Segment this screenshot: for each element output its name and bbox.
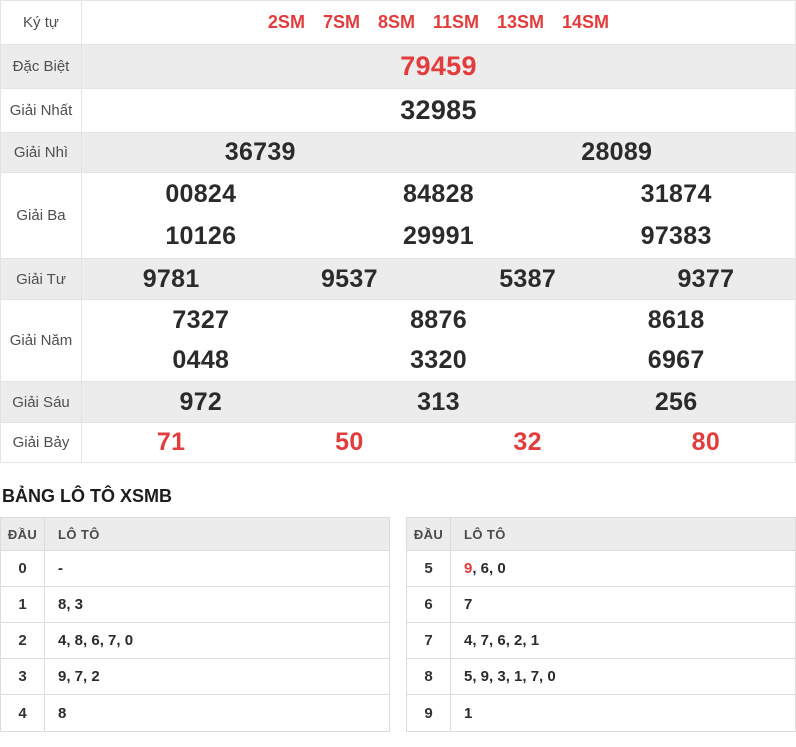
station-codes: 2SM 7SM 8SM 11SM 13SM 14SM bbox=[82, 1, 795, 44]
prize-value: 3320 bbox=[410, 346, 467, 375]
prize-label: Giải Ba bbox=[1, 173, 82, 258]
loto-values-cell: 1 bbox=[464, 704, 473, 722]
loto-header-value: LÔ TÔ bbox=[464, 526, 506, 542]
loto-row: 6 7 bbox=[407, 587, 795, 623]
dau-cell: 3 bbox=[1, 659, 45, 694]
loto-row: 0 - bbox=[1, 551, 389, 587]
station-code-link[interactable]: 13SM bbox=[497, 12, 544, 33]
dau-cell: 7 bbox=[407, 623, 451, 658]
loto-values-cell: 7 bbox=[464, 596, 473, 613]
loto-row: 1 8, 3 bbox=[1, 587, 389, 623]
loto-values-cell: 4, 8, 6, 7, 0 bbox=[58, 632, 134, 649]
dau-cell: 6 bbox=[407, 587, 451, 622]
prize-label: Giải Tư bbox=[1, 259, 82, 299]
prize-label: Giải Nhất bbox=[1, 89, 82, 132]
loto-values-cell: 5, 9, 3, 1, 7, 0 bbox=[464, 668, 556, 685]
prize-label: Đặc Biệt bbox=[1, 45, 82, 88]
loto-row: 4 8 bbox=[1, 695, 389, 731]
station-code-link[interactable]: 8SM bbox=[378, 12, 415, 33]
prize-row-giai-nhat: Giải Nhất 32985 bbox=[1, 89, 795, 133]
station-code-link[interactable]: 14SM bbox=[562, 12, 609, 33]
highlighted-digit: 9 bbox=[464, 560, 473, 577]
prize-row-giai-bay: Giải Bảy 71 50 32 80 bbox=[1, 423, 795, 463]
prize-row-giai-tu: Giải Tư 9781 9537 5387 9377 bbox=[1, 259, 795, 300]
loto-header-dau: ĐẦU bbox=[407, 518, 451, 550]
prize-value: 8618 bbox=[647, 305, 705, 334]
prize-value: 9781 bbox=[142, 264, 200, 293]
dau-cell: 8 bbox=[407, 659, 451, 694]
dau-cell: 9 bbox=[407, 695, 451, 731]
prize-label: Giải Bảy bbox=[1, 423, 82, 462]
dau-cell: 1 bbox=[1, 587, 45, 622]
prize-value-seventh: 80 bbox=[691, 428, 721, 456]
results-table: Ký tự 2SM 7SM 8SM 11SM 13SM 14SM Đặc Biệ… bbox=[0, 0, 796, 463]
loto-header-row: ĐẦU LÔ TÔ bbox=[407, 518, 795, 551]
loto-header-value: LÔ TÔ bbox=[58, 526, 100, 542]
prize-label: Ký tự bbox=[1, 1, 82, 44]
prize-label: Giải Sáu bbox=[1, 382, 82, 422]
prize-value: 9377 bbox=[677, 264, 735, 293]
prize-value: 00824 bbox=[165, 179, 237, 208]
loto-values-cell: - bbox=[58, 560, 63, 577]
prize-value-special: 79459 bbox=[400, 51, 477, 81]
prize-value: 29991 bbox=[402, 222, 474, 251]
prize-value: 9537 bbox=[320, 264, 378, 293]
prize-value: 313 bbox=[417, 387, 460, 416]
prize-value: 7327 bbox=[172, 305, 230, 334]
prize-row-giai-sau: Giải Sáu 972 313 256 bbox=[1, 382, 795, 423]
loto-row: 9 1 bbox=[407, 695, 795, 731]
loto-values-cell: 8 bbox=[58, 704, 67, 722]
prize-label: Giải Năm bbox=[1, 300, 82, 381]
prize-value: 10126 bbox=[165, 222, 237, 251]
prize-value: 84828 bbox=[402, 179, 474, 208]
station-code-link[interactable]: 11SM bbox=[433, 12, 479, 33]
prize-value: 32985 bbox=[400, 95, 477, 125]
loto-row: 8 5, 9, 3, 1, 7, 0 bbox=[407, 659, 795, 695]
prize-value: 6967 bbox=[647, 346, 705, 375]
loto-table-left: ĐẦU LÔ TÔ 0 - 1 8, 3 2 4, 8, 6, 7, 0 3 9… bbox=[0, 517, 390, 732]
loto-header-dau: ĐẦU bbox=[1, 518, 45, 550]
loto-table-right: ĐẦU LÔ TÔ 5 9, 6, 0 6 7 7 4, 7, 6, 2, 1 … bbox=[406, 517, 796, 732]
prize-value-seventh: 32 bbox=[513, 428, 542, 456]
loto-row: 2 4, 8, 6, 7, 0 bbox=[1, 623, 389, 659]
loto-values-cell: 9, 7, 2 bbox=[58, 668, 100, 685]
prize-label: Giải Nhì bbox=[1, 133, 82, 172]
dau-cell: 0 bbox=[1, 551, 45, 586]
prize-value: 31874 bbox=[640, 179, 712, 208]
station-code-list: 2SM 7SM 8SM 11SM 13SM 14SM bbox=[82, 12, 795, 33]
prize-value: 28089 bbox=[581, 138, 653, 166]
loto-values-cell: 4, 7, 6, 2, 1 bbox=[464, 632, 540, 649]
dau-cell: 4 bbox=[1, 695, 45, 731]
prize-value: 256 bbox=[654, 387, 698, 416]
loto-row: 3 9, 7, 2 bbox=[1, 659, 389, 695]
prize-value: 97383 bbox=[640, 222, 712, 251]
dau-cell: 2 bbox=[1, 623, 45, 658]
prize-value: 8876 bbox=[410, 305, 467, 334]
prize-row-giai-nhi: Giải Nhì 36739 28089 bbox=[1, 133, 795, 173]
loto-section-title: BẢNG LÔ TÔ XSMB bbox=[2, 486, 172, 506]
prize-row-kytu: Ký tự 2SM 7SM 8SM 11SM 13SM 14SM bbox=[1, 1, 795, 45]
prize-row-giai-ba: Giải Ba 00824 84828 31874 10126 29991 97… bbox=[1, 173, 795, 259]
prize-value-seventh: 71 bbox=[156, 428, 186, 456]
prize-value-seventh: 50 bbox=[335, 428, 364, 456]
loto-tables: ĐẦU LÔ TÔ 0 - 1 8, 3 2 4, 8, 6, 7, 0 3 9… bbox=[0, 517, 796, 732]
dau-cell: 5 bbox=[407, 551, 451, 586]
station-code-link[interactable]: 2SM bbox=[268, 12, 305, 33]
loto-values-cell: 8, 3 bbox=[58, 596, 84, 613]
loto-row: 7 4, 7, 6, 2, 1 bbox=[407, 623, 795, 659]
prize-value: 5387 bbox=[499, 264, 557, 293]
prize-value: 0448 bbox=[172, 346, 230, 375]
loto-row: 5 9, 6, 0 bbox=[407, 551, 795, 587]
loto-header-row: ĐẦU LÔ TÔ bbox=[1, 518, 389, 551]
prize-value: 972 bbox=[179, 387, 223, 416]
prize-row-dac-biet: Đặc Biệt 79459 bbox=[1, 45, 795, 89]
prize-value: 36739 bbox=[224, 138, 296, 166]
loto-values-cell: 9, 6, 0 bbox=[451, 551, 795, 586]
prize-row-giai-nam: Giải Năm 7327 8876 8618 0448 3320 6967 bbox=[1, 300, 795, 382]
station-code-link[interactable]: 7SM bbox=[323, 12, 360, 33]
loto-values-rest: , 6, 0 bbox=[472, 560, 506, 577]
